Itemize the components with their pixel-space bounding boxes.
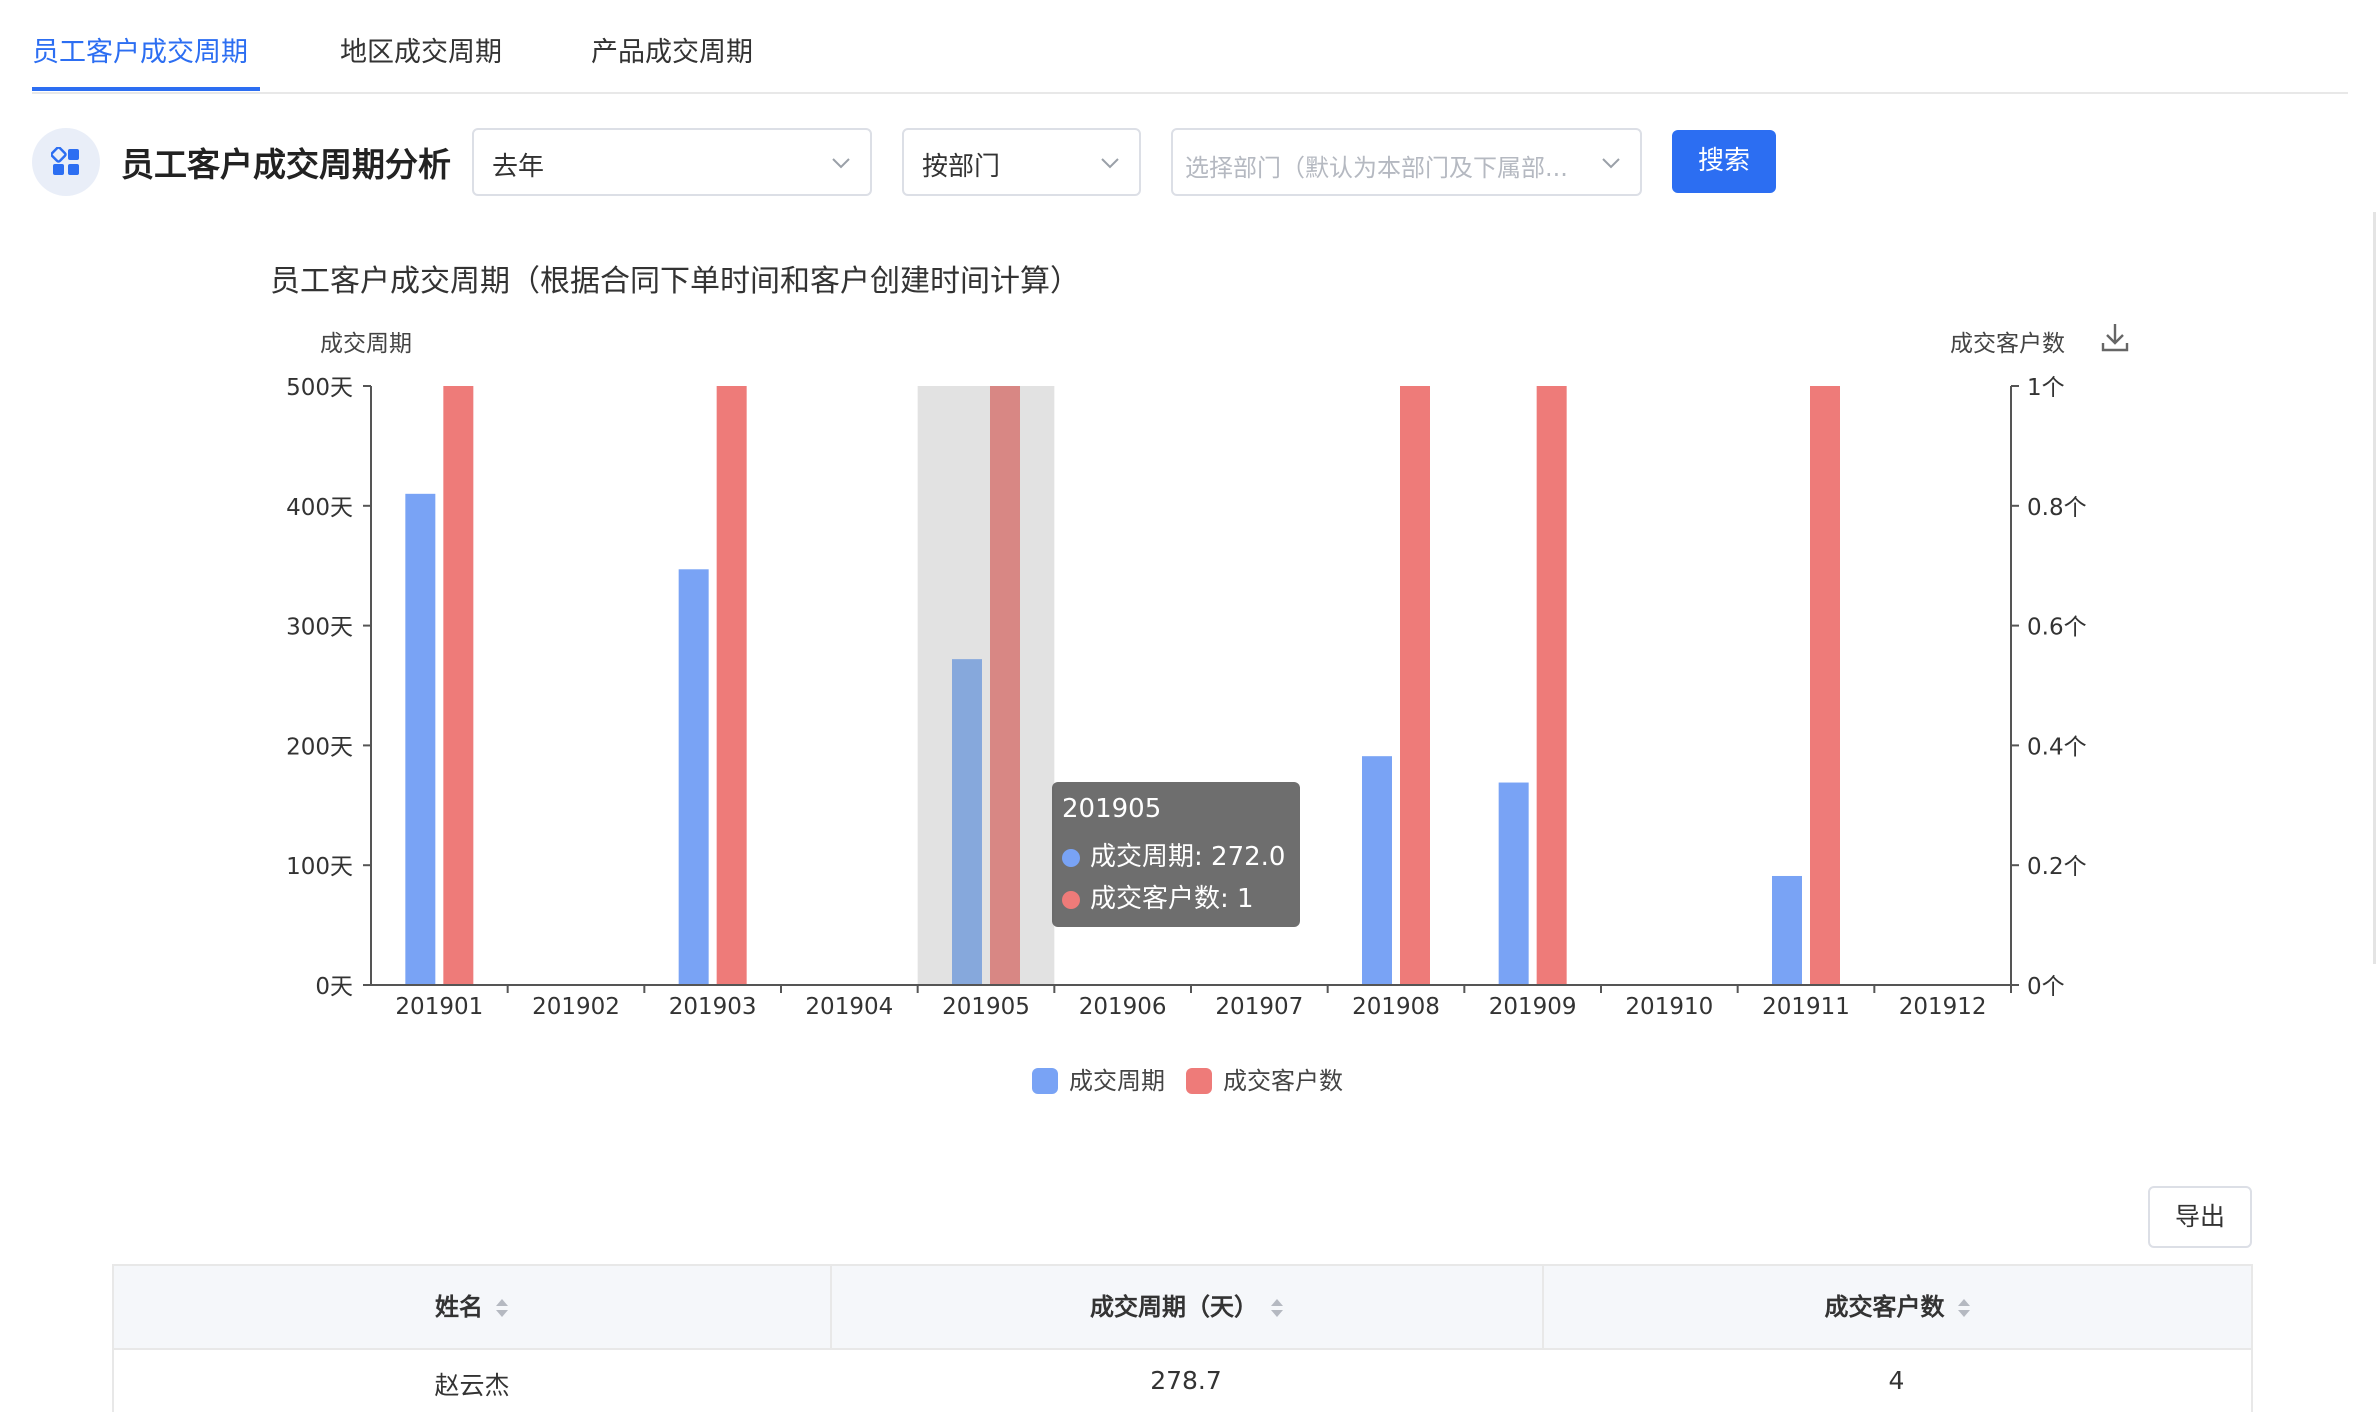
tooltip-title: 201905 bbox=[1062, 794, 1162, 824]
group-by-select[interactable]: 按部门 bbox=[902, 128, 1141, 196]
bar-cycle bbox=[952, 659, 982, 985]
table-cell-name: 赵云杰 bbox=[434, 1371, 510, 1400]
data-table: 姓名 成交周期（天） 成交客户数 赵云杰 278.7 4 bbox=[112, 1264, 2253, 1412]
bar-customers bbox=[1810, 386, 1840, 985]
x-tick-label: 201909 bbox=[1489, 994, 1577, 1020]
table-cell-customers: 4 bbox=[1888, 1366, 1905, 1395]
sort-icon[interactable] bbox=[495, 1297, 509, 1319]
tab-region-cycle[interactable]: 地区成交周期 bbox=[340, 30, 502, 69]
bar-cycle bbox=[678, 569, 709, 985]
legend-swatch bbox=[1186, 1068, 1212, 1094]
search-button[interactable]: 搜索 bbox=[1672, 130, 1776, 193]
bar-customers bbox=[1400, 386, 1430, 985]
x-tick-label: 201906 bbox=[1079, 994, 1167, 1020]
y-tick-label-right: 0.8个 bbox=[2027, 495, 2087, 521]
column-header-label: 成交客户数 bbox=[1824, 1293, 1945, 1321]
bar-cycle bbox=[1362, 756, 1392, 985]
period-select-value: 去年 bbox=[492, 152, 545, 182]
bar-cycle bbox=[1772, 875, 1802, 985]
legend-label: 成交周期 bbox=[1069, 1067, 1165, 1095]
bar-cycle bbox=[405, 493, 436, 985]
cycle-chart: 0天 100天 200天 300天 400天 500天 0个 0.2个 0.4个 0.6个 0.8个… bbox=[286, 316, 2136, 1095]
tooltip-row-customers: 成交客户数: 1 bbox=[1062, 878, 1254, 915]
column-header-name[interactable]: 姓名 bbox=[114, 1266, 830, 1348]
tooltip-customers-text: 成交客户数: 1 bbox=[1090, 884, 1254, 914]
column-header-cycle[interactable]: 成交周期（天） bbox=[830, 1266, 1542, 1348]
legend-label: 成交客户数 bbox=[1223, 1067, 1343, 1095]
y-tick-label-right: 1个 bbox=[2027, 375, 2065, 401]
x-tick-label: 201907 bbox=[1215, 994, 1303, 1020]
bar-cycle bbox=[1498, 782, 1529, 985]
chart-title: 员工客户成交周期（根据合同下单时间和客户创建时间计算） bbox=[270, 264, 1080, 299]
tooltip-row-cycle: 成交周期: 272.0 bbox=[1062, 836, 1285, 873]
sort-icon[interactable] bbox=[1957, 1297, 1971, 1319]
y-tick-label-left: 400天 bbox=[286, 495, 353, 521]
department-select[interactable]: 选择部门（默认为本部门及下属部... bbox=[1171, 128, 1642, 196]
y-tick-label-left: 200天 bbox=[286, 734, 353, 760]
chevron-down-icon bbox=[832, 158, 850, 169]
x-tick-label: 201903 bbox=[669, 994, 757, 1020]
tab-employee-cycle[interactable]: 员工客户成交周期 bbox=[32, 30, 248, 69]
y-axis-label-right: 成交客户数 bbox=[1950, 331, 2065, 357]
tab-product-cycle[interactable]: 产品成交周期 bbox=[591, 30, 753, 69]
table-cell-cycle: 278.7 bbox=[1150, 1366, 1222, 1395]
bar-customers bbox=[990, 386, 1020, 985]
department-select-placeholder: 选择部门（默认为本部门及下属部... bbox=[1185, 154, 1568, 182]
y-tick-label-left: 300天 bbox=[286, 615, 353, 641]
column-header-label: 姓名 bbox=[435, 1293, 483, 1321]
x-tick-label: 201912 bbox=[1899, 994, 1987, 1020]
y-tick-label-right: 0.4个 bbox=[2027, 734, 2087, 760]
column-header-customers[interactable]: 成交客户数 bbox=[1542, 1266, 2251, 1348]
x-tick-label: 201904 bbox=[805, 994, 893, 1020]
y-tick-label-left: 500天 bbox=[286, 375, 353, 401]
highlight-band bbox=[917, 386, 1055, 985]
bar-customers bbox=[443, 386, 474, 985]
legend-dot-icon bbox=[1062, 849, 1080, 867]
y-tick-label-right: 0.2个 bbox=[2027, 854, 2087, 880]
x-tick-label: 201905 bbox=[942, 994, 1030, 1020]
chevron-down-icon bbox=[1602, 158, 1620, 169]
apps-icon bbox=[32, 128, 100, 196]
sort-icon[interactable] bbox=[1270, 1297, 1284, 1319]
y-tick-label-left: 100天 bbox=[286, 854, 353, 880]
tooltip-cycle-text: 成交周期: 272.0 bbox=[1090, 842, 1286, 872]
group-by-select-value: 按部门 bbox=[922, 152, 1001, 182]
x-tick-label: 201911 bbox=[1762, 994, 1850, 1020]
y-axis-label-left: 成交周期 bbox=[320, 331, 412, 357]
chevron-down-icon bbox=[1101, 158, 1119, 169]
bar-customers bbox=[716, 386, 747, 985]
bar-customers bbox=[1536, 386, 1567, 985]
column-header-label: 成交周期（天） bbox=[1090, 1293, 1258, 1321]
download-icon[interactable] bbox=[2094, 316, 2136, 358]
active-tab-indicator bbox=[32, 87, 260, 91]
x-tick-label: 201902 bbox=[532, 994, 620, 1020]
x-tick-label: 201901 bbox=[395, 994, 483, 1020]
table-header: 姓名 成交周期（天） 成交客户数 bbox=[114, 1266, 2251, 1350]
y-tick-label-left: 0天 bbox=[315, 974, 353, 1000]
legend-dot-icon bbox=[1062, 891, 1080, 909]
tab-bar: 员工客户成交周期 地区成交周期 产品成交周期 bbox=[32, 0, 2348, 94]
chart-tooltip: 201905 成交周期: 272.0 成交客户数: 1 bbox=[1052, 782, 1300, 927]
y-tick-label-right: 0个 bbox=[2027, 974, 2065, 1000]
y-tick-label-right: 0.6个 bbox=[2027, 615, 2087, 641]
period-select[interactable]: 去年 bbox=[472, 128, 872, 196]
legend-swatch bbox=[1032, 1068, 1058, 1094]
x-tick-label: 201910 bbox=[1625, 994, 1713, 1020]
export-button[interactable]: 导出 bbox=[2148, 1186, 2252, 1248]
page-title: 员工客户成交周期分析 bbox=[121, 145, 451, 184]
x-tick-label: 201908 bbox=[1352, 994, 1440, 1020]
